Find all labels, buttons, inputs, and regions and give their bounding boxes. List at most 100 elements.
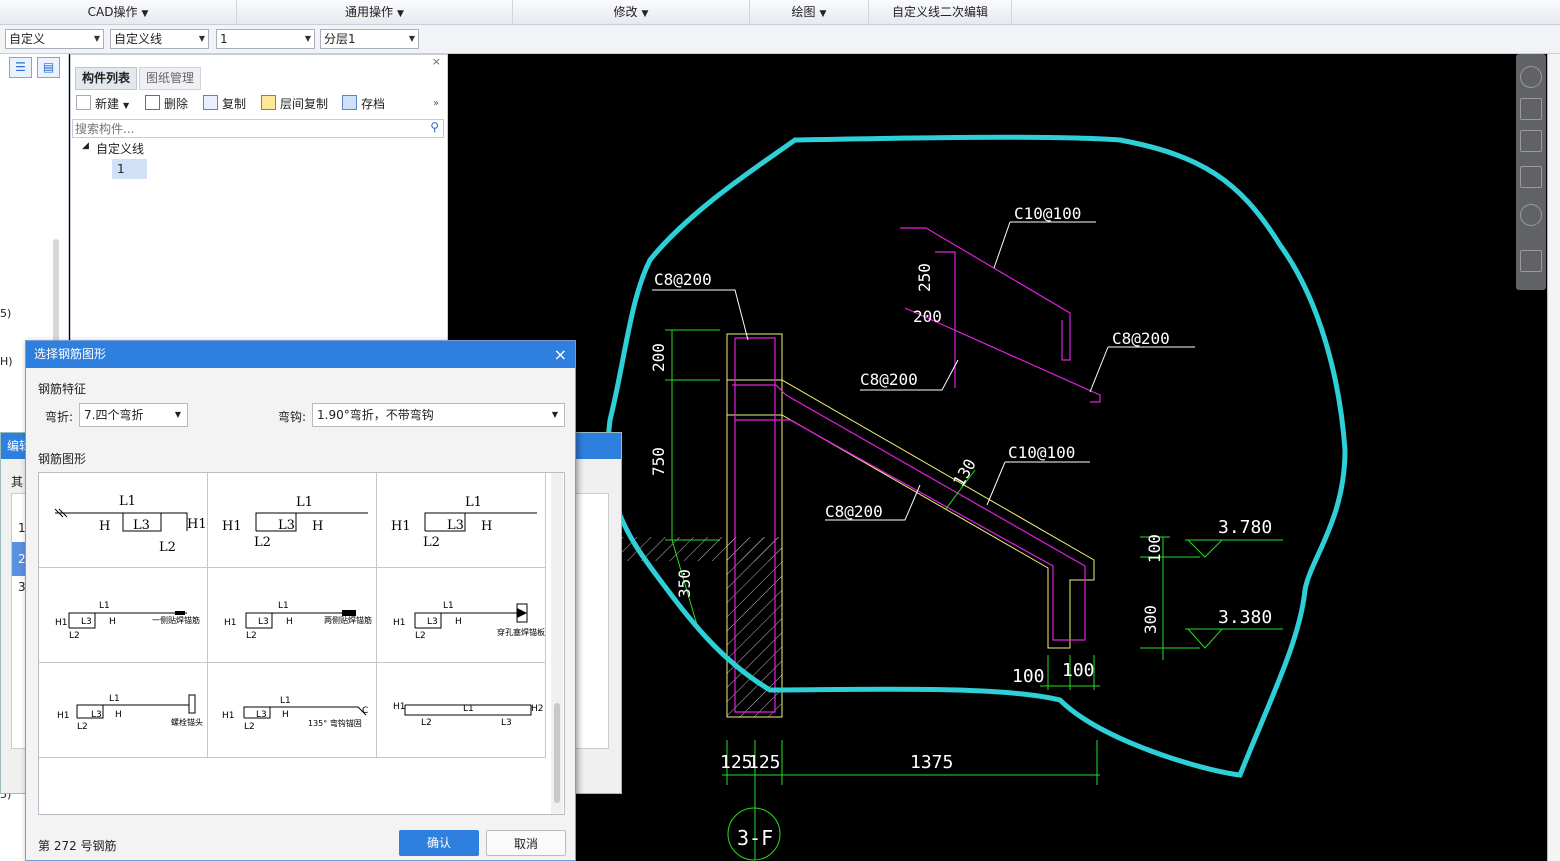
tree-item-1[interactable]: 1 [112,159,147,179]
copy-button-label: 复制 [222,97,247,111]
scrollbar-thumb[interactable] [554,703,560,803]
hook-value: 1.90°弯折，不带弯钩 [317,408,434,422]
rebar-shape-grid: L1 H L3 H1 L2 H1 L1 L3 H L2 H1 L1 L3 H L2 H1 L3 L1 H L2 一… [38,472,565,815]
view-box-icon[interactable] [1520,166,1542,188]
label-c10-mid: C10@100 [1008,443,1075,462]
subtype-combo-value: 自定义线 [114,32,163,46]
layer-combo-value: 分层1 [324,32,356,46]
confirm-button[interactable]: 确认 [399,830,479,856]
bend-select[interactable]: 7.四个弯折 ▼ [79,403,188,427]
delete-icon [145,95,160,110]
shape-cell[interactable]: H1 L3 L1 H L2 一侧贴焊锚筋 [39,568,208,663]
cancel-button[interactable]: 取消 [486,830,566,856]
dialog-title: 选择钢筋图形 [34,347,107,361]
shape-cell[interactable]: H1 L3 L1 H L2 两侧贴焊锚筋 [208,568,377,663]
tab-component-list[interactable]: 构件列表 [75,67,138,90]
select-rebar-shape-dialog: 选择钢筋图形 × 钢筋特征 弯折: 7.四个弯折 ▼ 弯钩: 1.90°弯折，不带… [25,340,576,861]
search-icon[interactable]: ⚲ [430,120,439,134]
rebar-shape-diagram: H1 L3 L1H L2 穿孔塞焊锚板 [393,601,545,641]
svg-text:H: H [99,519,110,534]
shape-cell[interactable]: H1 L3 L1 H L2 螺栓锚头 [39,663,208,758]
cyan-markup-outline [605,134,1348,778]
rebar-shape-diagram: H1 L3 L1 H L2 两侧贴焊锚筋 [224,601,372,641]
layer-combo[interactable]: 分层1 ▼ [320,29,419,49]
type-combo[interactable]: 自定义 ▼ [5,29,104,49]
layer-copy-button-label: 层间复制 [280,97,329,111]
bend-value: 7.四个弯折 [84,408,144,422]
tab-drawing-management[interactable]: 图纸管理 [139,67,202,90]
search-box[interactable]: ⚲ [72,119,444,138]
svg-text:L1: L1 [280,696,291,706]
copy-button[interactable]: 复制 [203,95,246,113]
svg-text:H1: H1 [222,711,235,721]
type-combo-value: 自定义 [9,32,46,46]
shape-cell[interactable]: L1 H L3 H1 L2 [39,473,208,568]
shape-cell[interactable]: H1 L2 L1 L3 H2 [377,663,546,758]
dim-130: 130 [949,455,980,490]
shape-cell[interactable]: H1 L3 L1 H L2 C 135° 弯钩锚固 [208,663,377,758]
dim-300: 300 [1141,605,1160,634]
shape-cell[interactable]: H1 L3 L1 H L2 穿孔塞焊锚板 [377,568,546,663]
svg-text:L3: L3 [427,617,438,627]
property-view-icon[interactable]: ▤ [37,57,60,78]
dim-200-upper: 200 [913,307,942,326]
svg-text:L1: L1 [278,601,289,611]
menu-general[interactable]: 通用操作 ▼ [237,0,513,24]
menu-cad[interactable]: CAD操作 ▼ [0,0,237,24]
svg-text:L3: L3 [81,617,92,627]
svg-text:H1: H1 [187,517,207,532]
label-c8-mid: C8@200 [860,370,918,389]
svg-text:L2: L2 [421,718,432,728]
view-3d-icon[interactable] [1520,98,1542,120]
delete-button[interactable]: 删除 [145,95,188,113]
label-c8-left: C8@200 [654,270,712,289]
level-3380: 3.380 [1218,607,1272,628]
dim-250: 250 [915,263,934,292]
shape-cell[interactable]: H1 L1 L3 H L2 [208,473,377,568]
tree-root-custom-line[interactable]: 自定义线 [96,140,144,157]
tree-collapse-icon[interactable]: ◢ [82,141,89,151]
archive-button[interactable]: 存档 [342,95,385,113]
orbit-icon[interactable] [1520,66,1542,88]
layer-copy-button[interactable]: 层间复制 [261,95,328,113]
search-input[interactable] [73,120,417,138]
svg-text:H: H [282,710,289,720]
label-c8-low: C8@200 [825,502,883,521]
svg-text:一侧贴焊锚筋: 一侧贴焊锚筋 [152,615,200,625]
close-icon[interactable]: × [554,341,567,368]
dropdown-arrow-icon: ▼ [93,34,100,43]
svg-text:穿孔塞焊锚板: 穿孔塞焊锚板 [497,627,545,637]
svg-text:L3: L3 [133,518,150,533]
svg-text:H1: H1 [57,711,70,721]
svg-text:L1: L1 [99,601,110,611]
svg-text:L2: L2 [254,535,271,550]
level-3780: 3.780 [1218,517,1272,538]
list-view-icon[interactable]: ☰ [9,57,32,78]
dialog-titlebar: 选择钢筋图形 × [26,341,575,368]
component-combo[interactable]: 1 ▼ [216,29,315,49]
layer-copy-icon [261,95,276,110]
svg-text:L3: L3 [91,710,102,720]
svg-text:L2: L2 [246,631,257,641]
svg-text:L3: L3 [256,710,267,720]
shape-cell[interactable]: H1 L1 L3 H L2 [377,473,546,568]
new-button[interactable]: 新建 ▼ [76,95,129,113]
grid-view-icon[interactable] [1520,250,1542,272]
chevron-down-icon: ▼ [819,9,827,19]
svg-text:两侧贴焊锚筋: 两侧贴焊锚筋 [324,615,372,625]
svg-text:L2: L2 [415,631,426,641]
menu-modify[interactable]: 修改 ▼ [513,0,750,24]
svg-text:C: C [362,706,368,716]
toolbar: 自定义 ▼ 自定义线 ▼ 1 ▼ 分层1 ▼ [0,25,1560,54]
grid-scrollbar[interactable] [551,473,563,814]
svg-text:H1: H1 [393,618,406,628]
rotate-icon[interactable] [1520,204,1542,226]
menu-custom-line-edit[interactable]: 自定义线二次编辑 [869,0,1012,24]
hook-select[interactable]: 1.90°弯折，不带弯钩 ▼ [312,403,565,427]
subtype-combo[interactable]: 自定义线 ▼ [110,29,209,49]
dropdown-arrow-icon: ▼ [174,410,181,419]
more-tools-icon[interactable]: » [433,95,439,113]
menu-draw[interactable]: 绘图 ▼ [750,0,869,24]
view-cube-icon[interactable] [1520,130,1542,152]
panel-close-icon[interactable]: × [432,55,441,68]
